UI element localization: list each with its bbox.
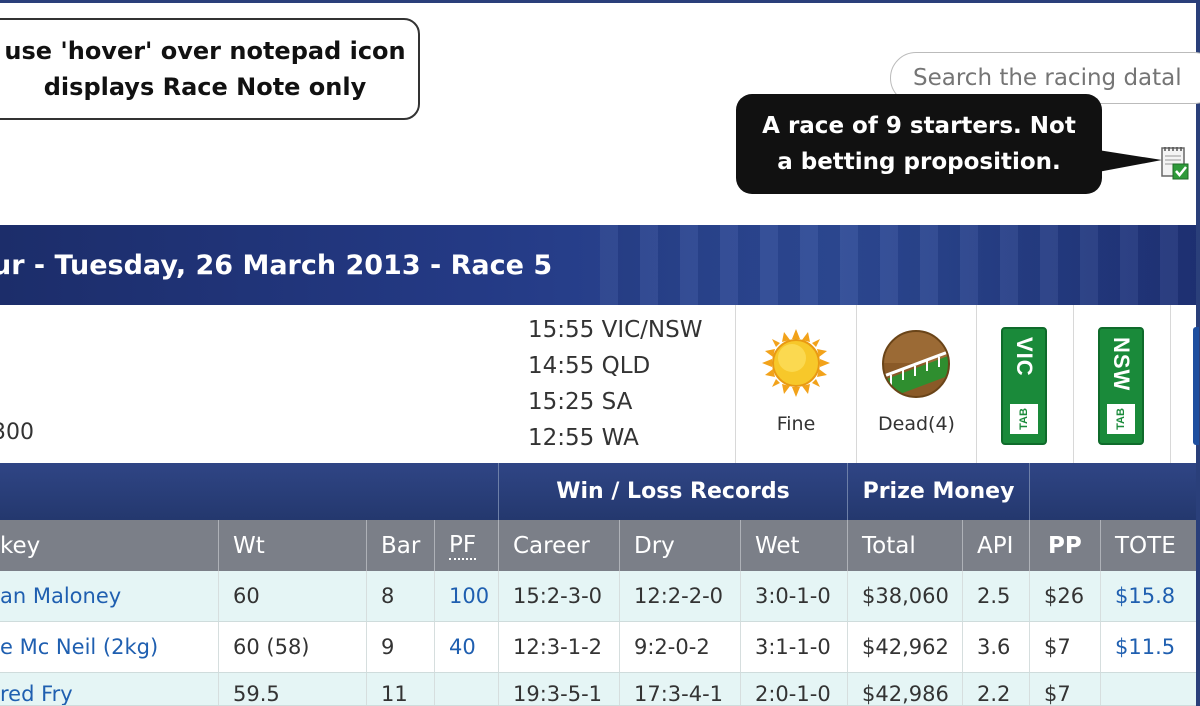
tab-vic-cell[interactable]: VIC TAB (976, 305, 1073, 463)
jockey-link[interactable]: red Fry (0, 673, 219, 705)
callout-line-1: use 'hover' over notepad icon (4, 37, 406, 65)
race-title: ur - Tuesday, 26 March 2013 - Race 5 (0, 249, 553, 281)
tab-nsw-label: NSW (1109, 337, 1134, 392)
cell-pp: $7 (1030, 673, 1101, 705)
table-row: an Maloney 60 8 100 15:2-3-0 12:2-2-0 3:… (0, 571, 1196, 622)
group-header-prize: Prize Money (848, 463, 1030, 520)
cell-pf-link[interactable]: 40 (435, 622, 499, 672)
extra-badge-edge (1193, 327, 1199, 445)
group-header-blank (0, 463, 499, 520)
time-wa: 12:55 WA (528, 425, 639, 451)
extra-cell (1170, 305, 1199, 463)
cell-wet: 2:0-1-0 (741, 673, 848, 705)
cell-dry: 17:3-4-1 (620, 673, 741, 705)
group-header-blank-2 (1030, 463, 1196, 520)
instruction-callout: use 'hover' over notepad icon displays R… (0, 18, 420, 120)
tab-nsw-cell[interactable]: NSW TAB (1073, 305, 1170, 463)
weather-cell: Fine (735, 305, 856, 463)
time-qld: 14:55 QLD (528, 353, 651, 379)
cell-weight: 60 (219, 571, 367, 621)
track-label: Dead(4) (878, 413, 955, 435)
table-row: red Fry 59.5 11 19:3-5-1 17:3-4-1 2:0-1-… (0, 673, 1196, 706)
race-times: 15:55 VIC/NSW 14:55 QLD 15:25 SA 12:55 W… (528, 312, 702, 456)
tab-vic-badge[interactable]: VIC TAB (1001, 327, 1047, 445)
sun-icon (762, 329, 830, 397)
col-jockey[interactable]: key (0, 520, 219, 571)
race-title-bar: ur - Tuesday, 26 March 2013 - Race 5 (0, 225, 1196, 305)
notepad-check-icon[interactable] (1160, 145, 1190, 181)
col-api[interactable]: API (963, 520, 1030, 571)
cell-dry: 9:2-0-2 (620, 622, 741, 672)
cell-api: 3.6 (963, 622, 1030, 672)
tab-vic-logo: TAB (1010, 404, 1038, 434)
cell-tote-link[interactable] (1101, 673, 1196, 705)
cell-pp: $26 (1030, 571, 1101, 621)
cell-api: 2.2 (963, 673, 1030, 705)
col-career[interactable]: Career (499, 520, 620, 571)
tooltip-line-2: a betting proposition. (777, 149, 1061, 175)
table-row: e Mc Neil (2kg) 60 (58) 9 40 12:3-1-2 9:… (0, 622, 1196, 673)
cell-pf-link[interactable] (435, 673, 499, 705)
col-dry[interactable]: Dry (620, 520, 741, 571)
track-cell: Dead(4) (856, 305, 976, 463)
table-group-header: Win / Loss Records Prize Money (0, 463, 1196, 520)
tab-nsw-logo: TAB (1107, 404, 1135, 434)
group-header-win-loss: Win / Loss Records (499, 463, 848, 520)
cell-wet: 3:1-1-0 (741, 622, 848, 672)
col-barrier[interactable]: Bar (367, 520, 435, 571)
col-pf-label[interactable]: PF (449, 532, 477, 560)
cell-career: 19:3-5-1 (499, 673, 620, 705)
tab-vic-label: VIC (1012, 337, 1037, 377)
cell-pf-link[interactable]: 100 (435, 571, 499, 621)
col-total[interactable]: Total (848, 520, 963, 571)
cell-tote-link[interactable]: $15.8 (1101, 571, 1196, 621)
cell-pp: $7 (1030, 622, 1101, 672)
col-tote[interactable]: TOTE (1101, 520, 1196, 571)
race-distance: 300 (0, 420, 34, 445)
callout-line-2: displays Race Note only (43, 73, 367, 101)
table-column-header: key Wt Bar PF Career Dry Wet Total API P… (0, 520, 1196, 571)
track-icon (882, 330, 950, 398)
col-pp[interactable]: PP (1030, 520, 1101, 571)
cell-total: $42,986 (848, 673, 963, 705)
time-sa: 15:25 SA (528, 389, 633, 415)
cell-career: 15:2-3-0 (499, 571, 620, 621)
title-bar-pattern (600, 225, 1196, 305)
cell-barrier: 8 (367, 571, 435, 621)
cell-wet: 3:0-1-0 (741, 571, 848, 621)
cell-total: $42,962 (848, 622, 963, 672)
cell-barrier: 9 (367, 622, 435, 672)
tab-nsw-badge[interactable]: NSW TAB (1098, 327, 1144, 445)
cell-dry: 12:2-2-0 (620, 571, 741, 621)
jockey-link[interactable]: e Mc Neil (2kg) (0, 622, 219, 672)
cell-career: 12:3-1-2 (499, 622, 620, 672)
col-pf[interactable]: PF (435, 520, 499, 571)
cell-weight: 59.5 (219, 673, 367, 705)
cell-api: 2.5 (963, 571, 1030, 621)
time-vic-nsw: 15:55 VIC/NSW (528, 317, 703, 343)
race-note-tooltip: A race of 9 starters. Not a betting prop… (736, 94, 1102, 194)
top-border (0, 0, 1200, 3)
col-weight[interactable]: Wt (219, 520, 367, 571)
cell-tote-link[interactable]: $11.5 (1101, 622, 1196, 672)
weather-label: Fine (776, 413, 816, 435)
cell-weight: 60 (58) (219, 622, 367, 672)
jockey-link[interactable]: an Maloney (0, 571, 219, 621)
cell-total: $38,060 (848, 571, 963, 621)
col-wet[interactable]: Wet (741, 520, 848, 571)
tooltip-tail (1098, 150, 1162, 172)
tooltip-line-1: A race of 9 starters. Not (762, 113, 1076, 139)
cell-barrier: 11 (367, 673, 435, 705)
